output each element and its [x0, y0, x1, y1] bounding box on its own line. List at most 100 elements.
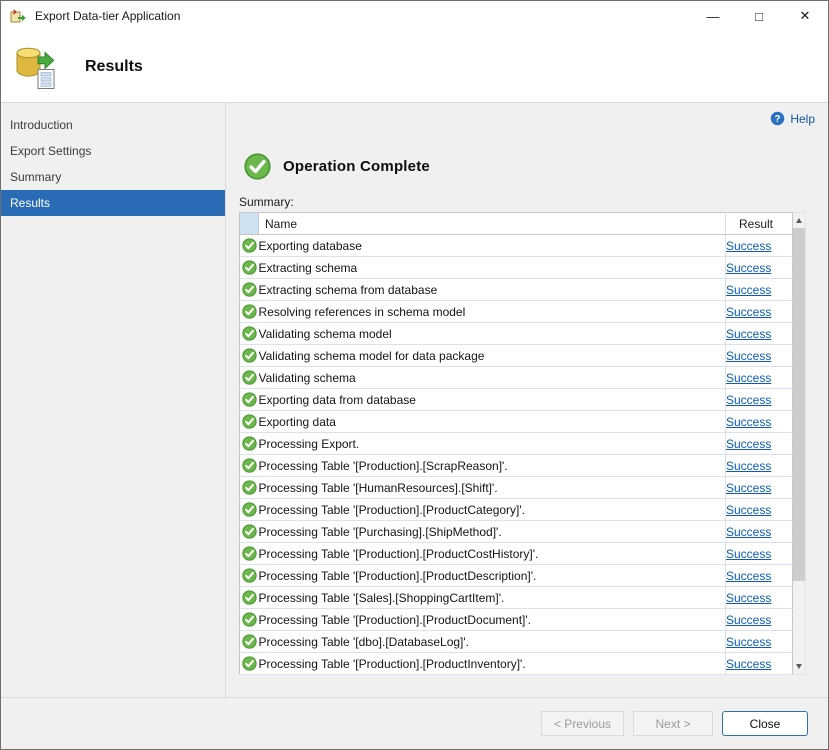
result-success-link[interactable]: Success: [726, 525, 771, 539]
scrollbar-up-button[interactable]: [793, 213, 805, 228]
success-check-icon: [242, 502, 257, 517]
result-row[interactable]: Processing Table '[Purchasing].[ShipMeth…: [240, 521, 793, 543]
result-column-header: Result: [726, 213, 793, 235]
status-row: Operation Complete: [244, 153, 815, 180]
result-row[interactable]: Processing Table '[Production].[ProductC…: [240, 499, 793, 521]
result-row[interactable]: Processing Table '[HumanResources].[Shif…: [240, 477, 793, 499]
result-row[interactable]: Resolving references in schema modelSucc…: [240, 301, 793, 323]
success-check-icon: [242, 304, 257, 319]
close-window-button[interactable]: ✕: [782, 1, 828, 31]
result-success-link[interactable]: Success: [726, 239, 771, 253]
result-row[interactable]: Extracting schema from databaseSuccess: [240, 279, 793, 301]
result-row[interactable]: Validating schema model for data package…: [240, 345, 793, 367]
minimize-button[interactable]: —: [690, 1, 736, 31]
scrollbar-down-button[interactable]: [793, 659, 805, 674]
success-check-icon: [242, 634, 257, 649]
result-row[interactable]: Processing Table '[Production].[ScrapRea…: [240, 455, 793, 477]
success-check-icon: [242, 480, 257, 495]
result-row[interactable]: Processing Export.Success: [240, 433, 793, 455]
result-success-link[interactable]: Success: [726, 657, 771, 671]
result-row[interactable]: Processing Table '[Sales].[ShoppingCartI…: [240, 587, 793, 609]
result-success-link[interactable]: Success: [726, 547, 771, 561]
success-check-icon: [242, 590, 257, 605]
step-name: Validating schema model: [259, 323, 726, 345]
sidebar-item-summary[interactable]: Summary: [1, 164, 225, 190]
title-bar: Export Data-tier Application — □ ✕: [1, 1, 828, 31]
sidebar-item-introduction[interactable]: Introduction: [1, 112, 225, 138]
step-name: Processing Table '[Production].[ProductC…: [259, 543, 726, 565]
result-row[interactable]: Validating schema modelSuccess: [240, 323, 793, 345]
scrollbar-track[interactable]: [793, 228, 805, 659]
svg-text:?: ?: [775, 114, 781, 125]
result-success-link[interactable]: Success: [726, 569, 771, 583]
result-row[interactable]: Extracting schemaSuccess: [240, 257, 793, 279]
page-title: Results: [85, 58, 143, 76]
result-success-link[interactable]: Success: [726, 613, 771, 627]
success-check-icon: [242, 656, 257, 671]
export-data-tier-application-window: Export Data-tier Application — □ ✕ Resul…: [0, 0, 829, 750]
result-success-link[interactable]: Success: [726, 261, 771, 275]
success-check-icon: [242, 370, 257, 385]
result-success-link[interactable]: Success: [726, 305, 771, 319]
main-area: IntroductionExport SettingsSummaryResult…: [1, 103, 828, 697]
result-success-link[interactable]: Success: [726, 459, 771, 473]
step-name: Exporting data: [259, 411, 726, 433]
result-success-link[interactable]: Success: [726, 591, 771, 605]
result-row[interactable]: Processing Table '[Production].[ProductI…: [240, 653, 793, 675]
success-check-icon: [242, 414, 257, 429]
result-row[interactable]: Processing Table '[dbo].[DatabaseLog]'.S…: [240, 631, 793, 653]
results-table: Name Result Exporting databaseSuccessExt…: [239, 212, 793, 675]
help-link[interactable]: ? Help: [770, 111, 815, 126]
step-name: Resolving references in schema model: [259, 301, 726, 323]
step-name: Exporting database: [259, 235, 726, 257]
window-title: Export Data-tier Application: [35, 9, 180, 23]
success-check-icon: [242, 436, 257, 451]
next-button[interactable]: Next >: [633, 711, 713, 736]
result-success-link[interactable]: Success: [726, 415, 771, 429]
result-success-link[interactable]: Success: [726, 283, 771, 297]
result-success-link[interactable]: Success: [726, 503, 771, 517]
result-row[interactable]: Exporting data from databaseSuccess: [240, 389, 793, 411]
result-success-link[interactable]: Success: [726, 327, 771, 341]
result-row[interactable]: Exporting dataSuccess: [240, 411, 793, 433]
success-check-icon: [242, 282, 257, 297]
content-pane: ? Help Operation Complete Summary:: [226, 103, 828, 697]
icon-column-header: [240, 213, 259, 235]
result-row[interactable]: Validating schemaSuccess: [240, 367, 793, 389]
step-name: Exporting data from database: [259, 389, 726, 411]
result-row[interactable]: Processing Table '[Production].[ProductD…: [240, 565, 793, 587]
vertical-scrollbar[interactable]: [793, 212, 806, 675]
result-row[interactable]: Exporting databaseSuccess: [240, 235, 793, 257]
maximize-button[interactable]: □: [736, 1, 782, 31]
sidebar: IntroductionExport SettingsSummaryResult…: [1, 103, 226, 697]
previous-button[interactable]: < Previous: [541, 711, 624, 736]
step-name: Processing Table '[Production].[ProductC…: [259, 499, 726, 521]
success-check-icon: [242, 392, 257, 407]
footer-bar: < Previous Next > Close: [1, 697, 828, 749]
results-table-area: Name Result Exporting databaseSuccessExt…: [239, 212, 815, 675]
help-label: Help: [790, 112, 815, 126]
result-success-link[interactable]: Success: [726, 481, 771, 495]
step-name: Processing Table '[Production].[ProductI…: [259, 653, 726, 675]
result-success-link[interactable]: Success: [726, 393, 771, 407]
result-success-link[interactable]: Success: [726, 635, 771, 649]
result-row[interactable]: Processing Table '[Production].[ProductC…: [240, 543, 793, 565]
step-name: Processing Table '[Purchasing].[ShipMeth…: [259, 521, 726, 543]
operation-complete-check-icon: [244, 153, 271, 180]
close-button[interactable]: Close: [722, 711, 808, 736]
success-check-icon: [242, 348, 257, 363]
scrollbar-thumb[interactable]: [793, 228, 805, 581]
success-check-icon: [242, 568, 257, 583]
result-success-link[interactable]: Success: [726, 437, 771, 451]
app-icon: [10, 8, 26, 24]
sidebar-item-results[interactable]: Results: [1, 190, 225, 216]
sidebar-item-export-settings[interactable]: Export Settings: [1, 138, 225, 164]
help-row: ? Help: [239, 111, 815, 129]
result-success-link[interactable]: Success: [726, 371, 771, 385]
results-table-body: Exporting databaseSuccessExtracting sche…: [240, 235, 793, 675]
result-row[interactable]: Processing Table '[Production].[ProductD…: [240, 609, 793, 631]
step-name: Processing Table '[Production].[ScrapRea…: [259, 455, 726, 477]
success-check-icon: [242, 326, 257, 341]
step-name: Processing Table '[HumanResources].[Shif…: [259, 477, 726, 499]
result-success-link[interactable]: Success: [726, 349, 771, 363]
